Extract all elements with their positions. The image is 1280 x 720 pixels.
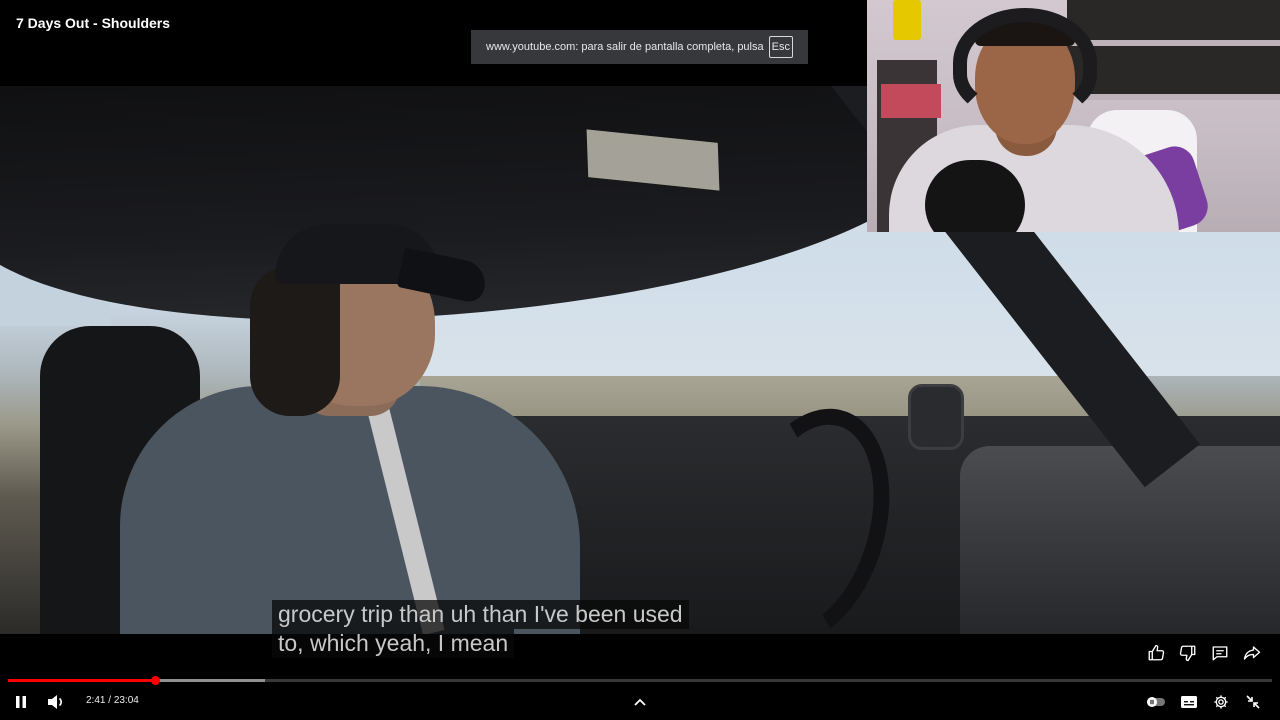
autoplay-toggle-icon [1146,696,1166,708]
webcam-shelf [1067,0,1280,100]
webcam-headset [953,8,1097,118]
captions-button[interactable] [1177,691,1201,713]
webcam-shelf-row [1067,94,1280,100]
share-button[interactable] [1242,641,1262,665]
video-title[interactable]: 7 Days Out - Shoulders [16,15,170,31]
chevron-up-icon [634,698,646,706]
video-driver-body [120,386,580,634]
pause-icon [14,695,28,709]
captions-window[interactable]: grocery trip than uh than I've been used… [272,600,689,658]
fullscreen-exit-notice: www.youtube.com: para salir de pantalla … [471,30,808,64]
video-side-mirror [908,384,964,450]
pause-button[interactable] [9,691,33,713]
webcam-shelf-row [1067,40,1280,46]
exit-fullscreen-icon [1246,695,1260,709]
progress-played [8,679,155,682]
video-actions [1146,641,1262,665]
share-icon [1243,644,1261,662]
esc-key-hint: Esc [768,36,793,58]
time-separator: / [108,695,112,706]
expand-chevron-button[interactable] [628,691,652,713]
gear-icon [1213,694,1229,710]
thumbs-up-icon [1147,644,1165,662]
webcam-yellow-box [893,0,921,40]
settings-button[interactable] [1209,691,1233,713]
caption-line: to, which yeah, I mean [272,629,515,658]
webcam-microphone [925,160,1025,232]
webcam-red-box [881,84,941,118]
video-driver-hair [250,266,340,416]
time-display: 2:41 / 23:04 [86,695,139,706]
dislike-button[interactable] [1178,641,1198,665]
autoplay-toggle[interactable] [1144,691,1168,713]
progress-bar[interactable] [8,676,1272,685]
thumbs-down-icon [1179,644,1197,662]
exit-fullscreen-button[interactable] [1241,691,1265,713]
current-time: 2:41 [86,695,106,706]
video-console [960,446,1280,634]
captions-icon [1181,696,1197,708]
streamer-webcam [867,0,1280,232]
total-time: 23:04 [113,695,139,706]
fullscreen-notice-text: www.youtube.com: para salir de pantalla … [486,41,764,53]
comments-button[interactable] [1210,641,1230,665]
volume-icon [47,694,65,710]
mute-button[interactable] [44,691,68,713]
comment-icon [1211,644,1229,662]
player-controls: 2:41 / 23:04 [0,684,1280,720]
caption-line: grocery trip than uh than I've been used [272,600,689,629]
like-button[interactable] [1146,641,1166,665]
